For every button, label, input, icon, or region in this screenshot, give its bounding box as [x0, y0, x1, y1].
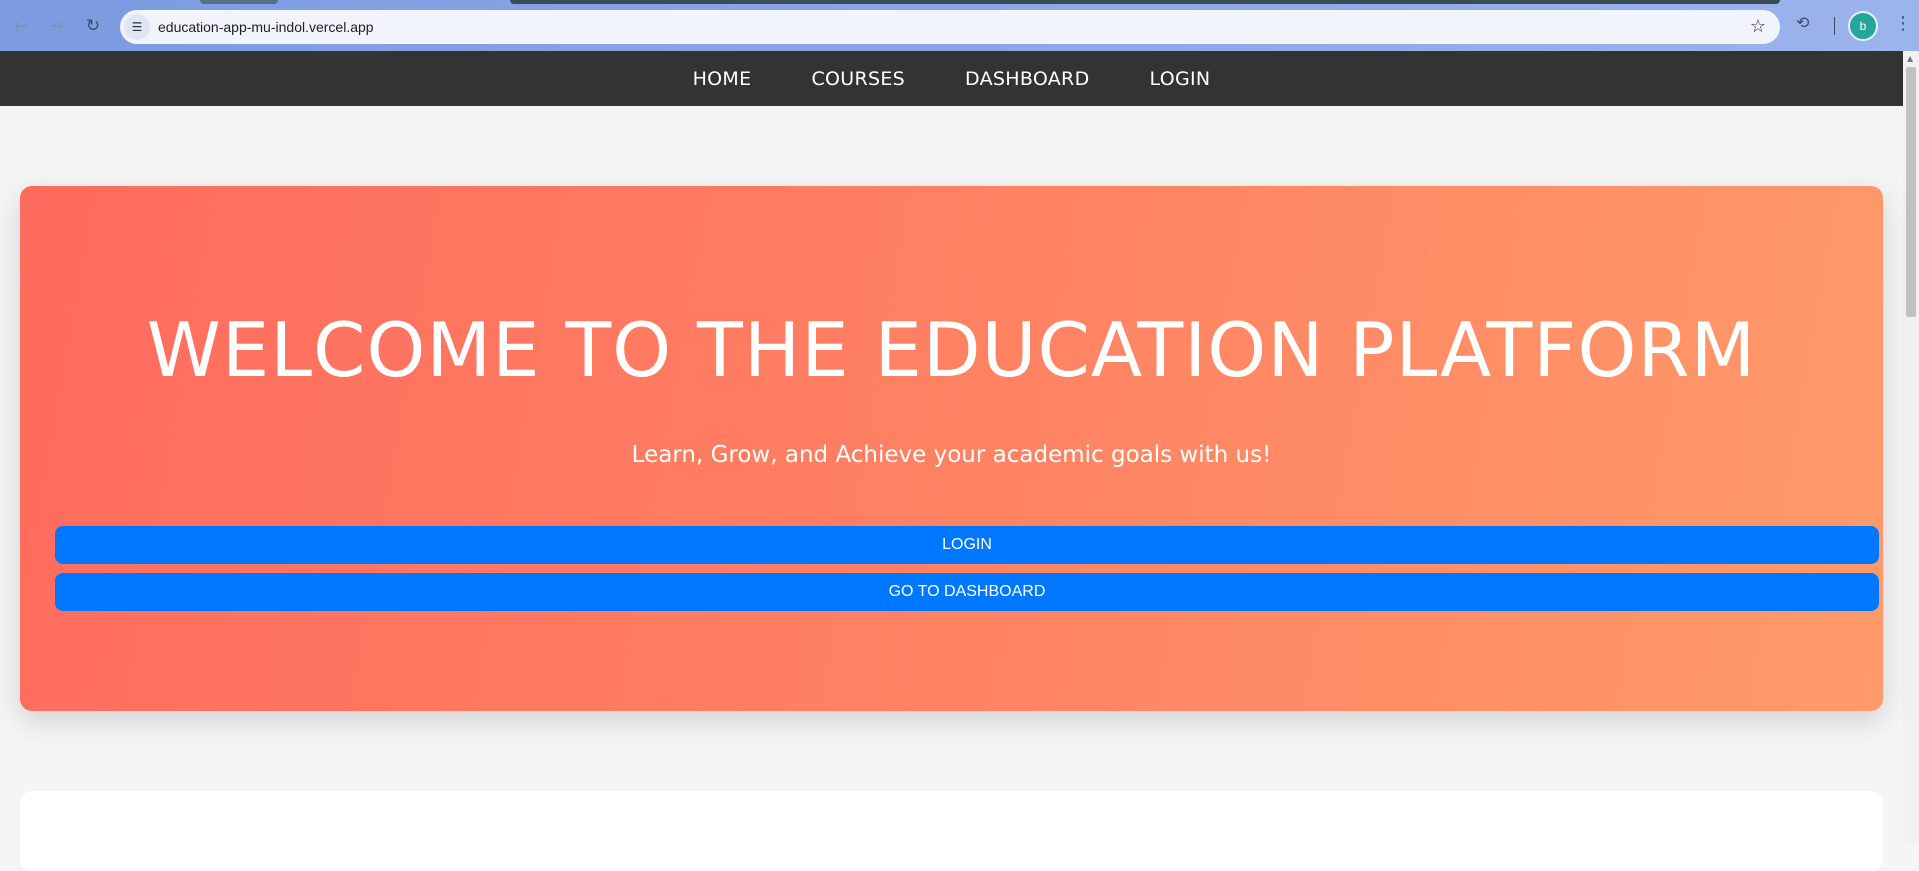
back-icon[interactable]: ← — [8, 13, 34, 39]
content-card — [20, 791, 1883, 871]
hero-section: WELCOME TO THE EDUCATION PLATFORM Learn,… — [20, 186, 1883, 711]
bookmark-star-icon[interactable]: ☆ — [1750, 16, 1766, 37]
tab-indicator[interactable] — [200, 0, 278, 4]
page-scrollbar[interactable]: ▲ — [1903, 51, 1919, 842]
scroll-up-icon[interactable]: ▲ — [1907, 54, 1913, 63]
login-button[interactable]: LOGIN — [55, 526, 1879, 564]
url-text[interactable]: education-app-mu-indol.vercel.app — [158, 19, 374, 35]
tab-indicator[interactable] — [510, 0, 1780, 4]
tab-strip — [0, 0, 1919, 5]
history-icon[interactable]: ⟲ — [1796, 13, 1809, 32]
forward-icon[interactable]: → — [44, 13, 70, 39]
nav-courses-link[interactable]: COURSES — [811, 68, 905, 90]
profile-avatar[interactable]: b — [1848, 11, 1878, 41]
nav-dashboard-link[interactable]: DASHBOARD — [965, 68, 1090, 90]
reload-icon[interactable]: ↻ — [80, 13, 106, 39]
scroll-thumb[interactable] — [1906, 67, 1916, 317]
address-bar[interactable]: ☰ education-app-mu-indol.vercel.app ☆ — [120, 10, 1780, 44]
site-navbar: HOME COURSES DASHBOARD LOGIN — [0, 51, 1903, 106]
browser-menu-icon[interactable]: ⋮ — [1894, 13, 1912, 34]
nav-login-link[interactable]: LOGIN — [1150, 68, 1211, 90]
site-info-icon[interactable]: ☰ — [124, 14, 150, 40]
nav-home-link[interactable]: HOME — [693, 68, 752, 90]
browser-toolbar: ← → ↻ ☰ education-app-mu-indol.vercel.ap… — [0, 0, 1919, 51]
go-to-dashboard-button[interactable]: GO TO DASHBOARD — [55, 573, 1879, 611]
hero-title: WELCOME TO THE EDUCATION PLATFORM — [146, 306, 1757, 394]
hero-subtitle: Learn, Grow, and Achieve your academic g… — [631, 442, 1272, 468]
toolbar-divider — [1834, 17, 1835, 35]
